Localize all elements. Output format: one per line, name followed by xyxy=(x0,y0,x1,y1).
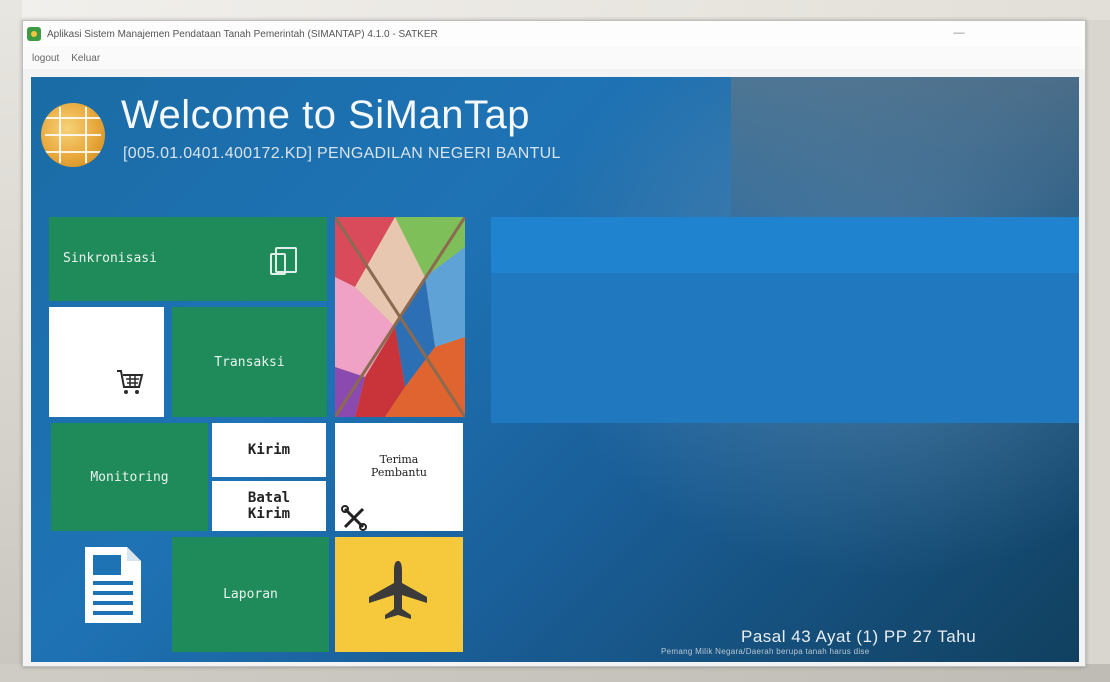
app-icon xyxy=(27,27,41,41)
minimize-button[interactable]: — xyxy=(953,27,965,39)
background-cloud xyxy=(731,77,1079,227)
document-tile[interactable] xyxy=(51,537,171,652)
document-icon xyxy=(85,547,141,623)
menu-bar: logout Keluar xyxy=(23,47,1085,69)
footer-subtext: Pemang Milik Negara/Daerah berupa tanah … xyxy=(661,647,870,656)
airplane-tile[interactable] xyxy=(335,537,463,652)
footer-quote: Pasal 43 Ayat (1) PP 27 Tahu xyxy=(741,627,977,646)
transaksi-label: Transaksi xyxy=(214,354,285,370)
desktop-background-left xyxy=(0,0,22,682)
menu-keluar[interactable]: Keluar xyxy=(68,53,103,64)
banner-band xyxy=(491,273,1079,423)
desktop-background-top xyxy=(0,0,1110,20)
main-dashboard: Welcome to SiManTap [005.01.0401.400172.… xyxy=(31,77,1079,662)
terima-pembantu-tile[interactable]: Terima Pembantu xyxy=(335,423,463,531)
laporan-tile[interactable]: Laporan xyxy=(172,537,329,652)
sinkronisasi-label: Sinkronisasi xyxy=(63,251,157,266)
tools-icon xyxy=(341,505,367,531)
batal-kirim-tile[interactable]: Batal Kirim xyxy=(212,481,326,531)
kirim-label: Kirim xyxy=(247,442,291,458)
welcome-title: Welcome to SiManTap xyxy=(121,93,530,137)
pigment-image-tile xyxy=(335,217,465,417)
laporan-label: Laporan xyxy=(223,587,278,602)
menu-logout[interactable]: logout xyxy=(29,53,62,64)
satker-subtitle: [005.01.0401.400172.KD] PENGADILAN NEGER… xyxy=(123,145,561,162)
kirim-tile[interactable]: Kirim xyxy=(212,423,326,477)
globe-logo-icon xyxy=(41,103,105,167)
banner-band-top xyxy=(491,217,1079,273)
cart-tile[interactable] xyxy=(49,307,164,417)
airplane-icon xyxy=(369,561,427,619)
pigment-photo xyxy=(335,217,465,417)
window-title: Aplikasi Sistem Manajemen Pendataan Tana… xyxy=(47,28,438,40)
shopping-cart-icon xyxy=(117,370,144,394)
transaksi-tile[interactable]: Transaksi xyxy=(172,307,327,417)
title-bar: Aplikasi Sistem Manajemen Pendataan Tana… xyxy=(23,21,1085,47)
monitoring-label: Monitoring xyxy=(90,469,169,485)
app-window: Aplikasi Sistem Manajemen Pendataan Tana… xyxy=(22,20,1086,667)
documents-icon xyxy=(270,247,297,275)
sinkronisasi-tile[interactable]: Sinkronisasi xyxy=(49,217,327,301)
terima-pembantu-label: Terima Pembantu xyxy=(370,453,428,479)
batal-kirim-label: Batal Kirim xyxy=(247,490,291,522)
welcome-header: Welcome to SiManTap [005.01.0401.400172.… xyxy=(41,93,741,173)
monitoring-tile[interactable]: Monitoring xyxy=(51,423,208,531)
